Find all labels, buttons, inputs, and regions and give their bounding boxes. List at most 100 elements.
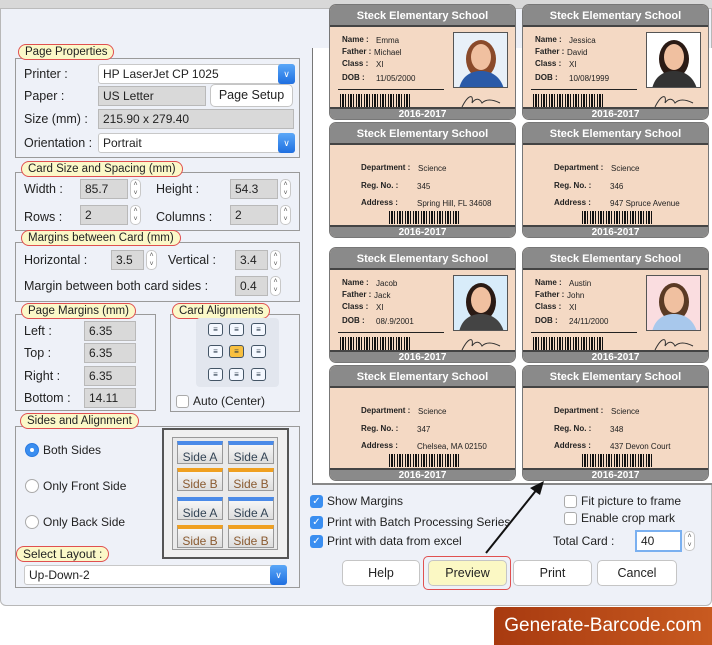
batch-processing-label: Print with Batch Processing Series: [327, 515, 511, 529]
help-button[interactable]: Help: [342, 560, 420, 586]
card-school-name: Steck Elementary School: [330, 366, 515, 388]
back-side-radio[interactable]: [25, 515, 39, 529]
side-a-tile: Side A: [177, 441, 223, 464]
id-card-front: Steck Elementary School 2016-2017 Name : Ja…: [329, 247, 516, 363]
height-label: Height :: [156, 182, 200, 196]
card-class-value: XI: [376, 303, 384, 312]
card-reg-no-label: Reg. No. :: [361, 181, 399, 190]
align-middle-right-button[interactable]: ≡: [251, 345, 266, 358]
columns-field[interactable]: 2: [230, 205, 278, 225]
side-b-tile: Side B: [228, 468, 274, 491]
card-name-value: Jessica: [569, 36, 596, 45]
printer-value: HP LaserJet CP 1025: [103, 67, 219, 81]
crop-mark-checkbox[interactable]: [564, 512, 577, 525]
preview-button[interactable]: Preview: [428, 560, 507, 586]
left-margin-field[interactable]: 6.35: [84, 321, 136, 341]
top-margin-field[interactable]: 6.35: [84, 343, 136, 363]
printer-select[interactable]: HP LaserJet CP 1025 ∨: [98, 64, 295, 84]
vertical-stepper[interactable]: ˄ ˅: [270, 250, 281, 270]
align-bottom-right-button[interactable]: ≡: [251, 368, 266, 381]
show-margins-label: Show Margins: [327, 494, 404, 508]
align-top-left-button[interactable]: ≡: [208, 323, 223, 336]
total-card-input[interactable]: 40: [635, 530, 682, 552]
show-margins-checkbox[interactable]: ✓: [310, 495, 323, 508]
align-bottom-center-button[interactable]: ≡: [229, 368, 244, 381]
orientation-select[interactable]: Portrait ∨: [98, 133, 295, 153]
width-field[interactable]: 85.7: [80, 179, 128, 199]
vertical-field[interactable]: 3.4: [235, 250, 268, 270]
signature-line: [531, 89, 637, 90]
signature-icon: [461, 96, 501, 108]
rows-stepper[interactable]: ˄ ˅: [130, 205, 141, 225]
signature-line: [338, 89, 444, 90]
width-label: Width :: [24, 182, 63, 196]
crop-mark-label: Enable crop mark: [581, 511, 676, 525]
align-bottom-left-button[interactable]: ≡: [208, 368, 223, 381]
card-class-label: Class :: [535, 302, 562, 311]
barcode: [582, 454, 654, 467]
vertical-label: Vertical :: [168, 253, 216, 267]
card-class-value: XI: [569, 303, 577, 312]
front-side-radio[interactable]: [25, 479, 39, 493]
align-middle-center-button[interactable]: ≡: [229, 345, 244, 358]
batch-processing-checkbox[interactable]: ✓: [310, 516, 323, 529]
columns-label: Columns :: [156, 210, 213, 224]
fit-picture-checkbox[interactable]: [564, 495, 577, 508]
both-sides-margin-field[interactable]: 0.4: [235, 276, 268, 296]
card-department-label: Department :: [554, 163, 604, 172]
card-address-label: Address :: [554, 441, 591, 450]
card-class-value: XI: [569, 60, 577, 69]
student-photo: [646, 275, 701, 331]
align-top-right-button[interactable]: ≡: [251, 323, 266, 336]
auto-center-checkbox[interactable]: [176, 395, 189, 408]
rows-field[interactable]: 2: [80, 205, 128, 225]
horizontal-field[interactable]: 3.5: [111, 250, 144, 270]
side-a-tile: Side A: [228, 441, 274, 464]
size-field: 215.90 x 279.40: [98, 109, 294, 129]
align-top-center-button[interactable]: ≡: [229, 323, 244, 336]
card-reg-no-label: Reg. No. :: [554, 181, 592, 190]
top-margin-label: Top :: [24, 346, 52, 360]
side-b-tile: Side B: [177, 525, 223, 548]
bottom-margin-field[interactable]: 14.11: [84, 388, 136, 408]
align-middle-left-button[interactable]: ≡: [208, 345, 223, 358]
height-stepper[interactable]: ˄ ˅: [280, 179, 291, 199]
right-margin-field[interactable]: 6.35: [84, 366, 136, 386]
card-dob-value: 24/11/2000: [569, 317, 609, 326]
barcode: [389, 211, 461, 224]
size-label: Size (mm) :: [24, 112, 88, 126]
watermark-logo: Generate-Barcode.com: [494, 607, 712, 645]
columns-stepper[interactable]: ˄ ˅: [280, 205, 291, 225]
total-card-stepper[interactable]: ˄ ˅: [684, 531, 695, 551]
side-b-tile: Side B: [228, 525, 274, 548]
card-reg-no-value: 346: [610, 182, 624, 191]
card-department-label: Department :: [361, 406, 411, 415]
both-sides-margin-stepper[interactable]: ˄ ˅: [270, 276, 281, 296]
barcode: [582, 211, 654, 224]
horizontal-stepper[interactable]: ˄ ˅: [146, 250, 157, 270]
chevron-down-icon: ∨: [278, 64, 295, 84]
excel-data-checkbox[interactable]: ✓: [310, 535, 323, 548]
both-sides-radio[interactable]: [25, 443, 39, 457]
id-card-front: Steck Elementary School 2016-2017 Name : Je…: [522, 4, 709, 120]
student-photo: [646, 32, 701, 88]
rows-label: Rows :: [24, 210, 63, 224]
horizontal-label: Horizontal :: [24, 253, 88, 267]
right-margin-label: Right :: [24, 369, 61, 383]
id-card-back: Steck Elementary School 2016-2017 Departme…: [329, 122, 516, 238]
print-button[interactable]: Print: [513, 560, 592, 586]
width-stepper[interactable]: ˄ ˅: [130, 179, 141, 199]
height-field[interactable]: 54.3: [230, 179, 278, 199]
page-margins-legend: Page Margins (mm): [21, 303, 136, 319]
card-father-value: Jack: [374, 291, 391, 300]
card-class-label: Class :: [342, 302, 369, 311]
barcode: [533, 337, 605, 350]
page-setup-button[interactable]: Page Setup: [210, 84, 293, 107]
card-class-label: Class :: [535, 59, 562, 68]
card-father-label: Father :: [342, 47, 372, 56]
card-address-value: Chelsea, MA 02150: [417, 442, 487, 451]
layout-select[interactable]: Up-Down-2 ∨: [24, 565, 287, 585]
cancel-button[interactable]: Cancel: [597, 560, 677, 586]
card-father-label: Father :: [535, 47, 565, 56]
card-school-name: Steck Elementary School: [330, 123, 515, 145]
